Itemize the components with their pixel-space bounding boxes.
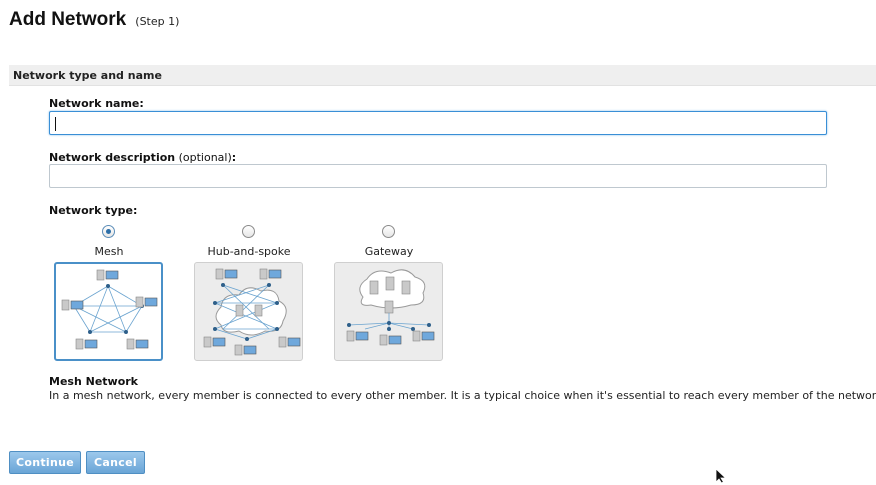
gateway-option-tile[interactable] [334, 262, 443, 361]
network-description-label-text: Network description [49, 151, 176, 164]
network-type-description-title: Mesh Network [49, 375, 138, 388]
network-type-description-text: In a mesh network, every member is conne… [49, 389, 876, 402]
page-title: Add Network (Step 1) [9, 9, 179, 31]
description-label-colon: : [231, 151, 237, 164]
network-description-input[interactable] [49, 164, 827, 188]
hub-and-spoke-option-tile[interactable] [194, 262, 303, 361]
hub-and-spoke-option-label[interactable]: Hub-and-spoke [194, 245, 304, 258]
mouse-pointer-icon [715, 468, 727, 484]
gateway-radio[interactable] [382, 225, 395, 238]
page-title-text: Add Network [9, 9, 127, 30]
optional-note: (optional) [178, 151, 232, 164]
gateway-option-label[interactable]: Gateway [334, 245, 444, 258]
gateway-network-icon [346, 269, 435, 346]
hub-and-spoke-network-icon [203, 268, 301, 356]
hub-and-spoke-radio[interactable] [242, 225, 255, 238]
network-type-label: Network type: [49, 204, 137, 217]
text-caret [55, 117, 56, 131]
mesh-option-tile[interactable] [54, 262, 163, 361]
mesh-network-icon [61, 269, 158, 350]
mesh-option-label[interactable]: Mesh [54, 245, 164, 258]
network-name-input[interactable] [49, 111, 827, 135]
network-description-label: Network description (optional): [49, 151, 236, 164]
section-title: Network type and name [13, 69, 162, 82]
network-type-label-text: Network type: [49, 204, 138, 217]
network-name-label: Network name: [49, 97, 144, 110]
continue-button[interactable]: Continue [9, 451, 81, 474]
cancel-button[interactable]: Cancel [86, 451, 145, 474]
network-name-label-text: Network name: [49, 97, 144, 110]
mesh-radio[interactable] [102, 225, 115, 238]
step-indicator: (Step 1) [135, 15, 180, 28]
section-header: Network type and name [9, 65, 876, 86]
